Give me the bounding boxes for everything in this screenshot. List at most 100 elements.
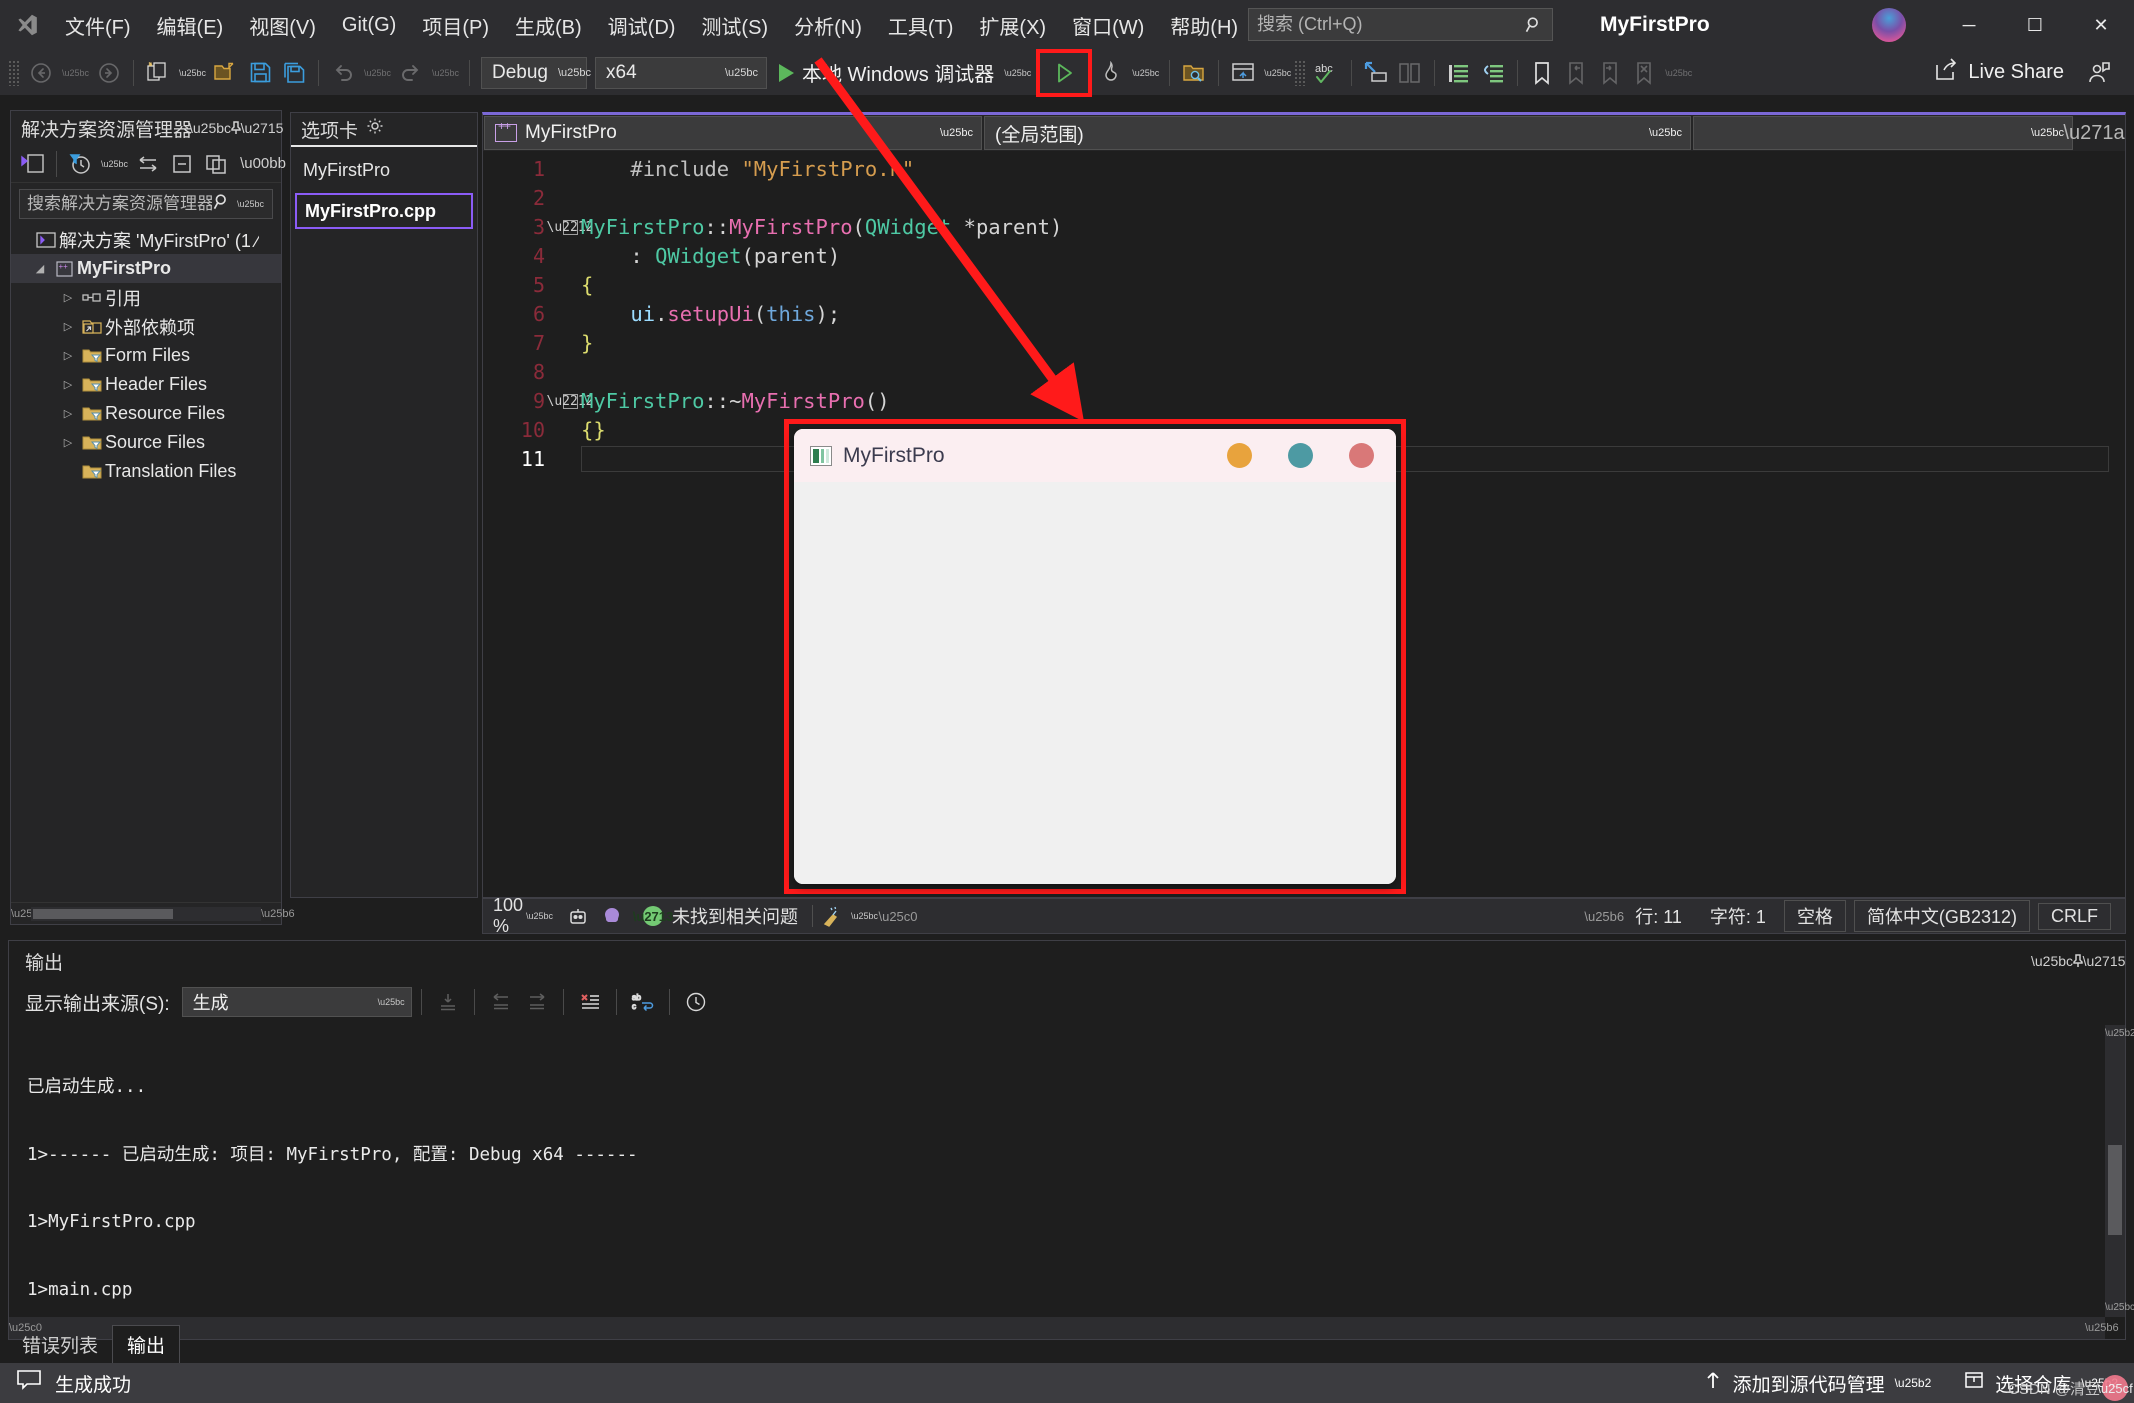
problem-status[interactable]: \u2713 未找到相关问题	[629, 899, 812, 933]
collapse-status-left-icon[interactable]: \u25c0	[878, 909, 917, 924]
tab-output[interactable]: 输出	[112, 1325, 181, 1363]
close-dot-icon[interactable]	[1349, 443, 1374, 468]
copilot-icon[interactable]	[595, 905, 629, 927]
previous-bookmark-icon[interactable]	[1560, 56, 1592, 90]
intellicode-icon[interactable]	[561, 905, 595, 927]
save-all-icon[interactable]	[278, 56, 310, 90]
solution-search-input[interactable]	[27, 194, 212, 214]
toolbar-grip[interactable]	[8, 59, 20, 86]
gear-icon[interactable]	[366, 117, 384, 141]
split-editor-icon[interactable]: \u271a	[2063, 115, 2124, 151]
clear-bookmarks-icon[interactable]	[1628, 56, 1660, 90]
new-window-icon[interactable]	[1227, 56, 1259, 90]
menu-test[interactable]: 测试(S)	[688, 0, 781, 50]
menu-help[interactable]: 帮助(H)	[1157, 0, 1251, 50]
tree-expander[interactable]: ▷	[57, 407, 79, 420]
solution-platform-combo[interactable]: x64 \u25bc	[595, 56, 767, 89]
tab-list-item-myfirstpro[interactable]: MyFirstPro	[295, 153, 473, 187]
scroll-right-icon[interactable]: \u25b6	[2085, 1322, 2119, 1334]
toggle-word-wrap-icon[interactable]: ab c	[626, 986, 660, 1018]
search-input[interactable]	[1257, 14, 1524, 35]
uncomment-selection-icon[interactable]	[1394, 56, 1426, 90]
scroll-thumb[interactable]	[33, 908, 173, 919]
tree-item-translation-files[interactable]: Translation Files	[11, 457, 281, 486]
decrease-indent-icon[interactable]	[1477, 56, 1509, 90]
zoom-level-combo[interactable]: 100 % \u25bc	[483, 895, 561, 936]
properties-icon[interactable]	[200, 149, 232, 179]
scroll-up-icon[interactable]: \u25b2	[2105, 1025, 2134, 1043]
hot-reload-icon[interactable]	[1095, 56, 1127, 90]
previous-message-icon[interactable]	[484, 986, 518, 1018]
maximize-button[interactable]: ☐	[2002, 0, 2068, 50]
menu-git[interactable]: Git(G)	[329, 0, 409, 50]
scroll-right-icon[interactable]: \u25b6	[261, 908, 295, 920]
output-text[interactable]: 已启动生成... 1>------ 已启动生成: 项目: MyFirstPro,…	[9, 1025, 2125, 1317]
home-solution-icon[interactable]	[17, 149, 49, 179]
tree-item-solution[interactable]: 解决方案 'MyFirstPro' (1 ⁄	[11, 225, 281, 254]
line-ending-status[interactable]: CRLF	[2037, 902, 2111, 930]
increase-indent-icon[interactable]	[1443, 56, 1475, 90]
tree-expander[interactable]: ◢	[29, 262, 51, 275]
open-file-icon[interactable]	[210, 56, 242, 90]
minimize-dot-icon[interactable]	[1227, 443, 1252, 468]
new-project-dropdown-icon[interactable]: \u25bc	[176, 56, 208, 90]
collapse-all-icon[interactable]	[166, 149, 198, 179]
menu-debug[interactable]: 调试(D)	[595, 0, 689, 50]
tree-item-resource-files[interactable]: ▷ Resource Files	[11, 399, 281, 428]
redo-icon[interactable]	[395, 56, 427, 90]
minimize-button[interactable]: ─	[1936, 0, 2002, 50]
scroll-down-icon[interactable]: \u25bc	[2105, 1299, 2134, 1317]
next-bookmark-icon[interactable]	[1594, 56, 1626, 90]
maximize-dot-icon[interactable]	[1288, 443, 1313, 468]
output-source-combo[interactable]: 生成 \u25bc	[181, 987, 412, 1017]
chevron-down-icon[interactable]: \u25bc	[189, 115, 231, 141]
global-search-box[interactable]	[1248, 8, 1553, 41]
menu-tools[interactable]: 工具(T)	[875, 0, 967, 50]
close-icon[interactable]: \u2715	[2083, 948, 2126, 974]
expand-status-right-icon[interactable]: \u25b6	[1584, 909, 1624, 924]
menu-edit[interactable]: 编辑(E)	[144, 0, 237, 50]
scroll-track[interactable]	[31, 906, 261, 921]
tree-item-form-files[interactable]: ▷ Form Files	[11, 341, 281, 370]
scroll-left-icon[interactable]: \u25c0	[11, 908, 44, 920]
solution-explorer-search-box[interactable]: \u25bc	[19, 189, 273, 219]
clear-all-icon[interactable]	[573, 986, 607, 1018]
tree-item-header-files[interactable]: ▷ Header Files	[11, 370, 281, 399]
close-button[interactable]: ✕	[2068, 0, 2134, 50]
tree-expander[interactable]: ▷	[57, 291, 79, 304]
editor-scope-combo[interactable]: (全局范围) \u25bc	[984, 116, 1691, 150]
user-account-avatar[interactable]	[1872, 8, 1906, 42]
next-message-icon[interactable]	[520, 986, 554, 1018]
menu-build[interactable]: 生成(B)	[502, 0, 595, 50]
menu-analyze[interactable]: 分析(N)	[781, 0, 875, 50]
new-window-dropdown-icon[interactable]: \u25bc	[1261, 56, 1293, 90]
tree-expander[interactable]: ▷	[57, 436, 79, 449]
qt-window-titlebar[interactable]: MyFirstPro	[794, 429, 1396, 482]
editor-member-combo[interactable]: \u25bc	[1693, 116, 2073, 150]
toolbar-overflow-icon[interactable]: \u00bb	[240, 149, 286, 179]
indentation-status[interactable]: 空格	[1783, 900, 1846, 932]
menu-window[interactable]: 窗口(W)	[1059, 0, 1157, 50]
start-debugging-button[interactable]: 本地 Windows 调试器	[771, 56, 1000, 90]
menu-view[interactable]: 视图(V)	[236, 0, 329, 50]
tree-item-project[interactable]: ◢ ++ MyFirstPro	[11, 254, 281, 283]
undo-dropdown-icon[interactable]: \u25bc	[361, 56, 393, 90]
new-project-icon[interactable]	[142, 56, 174, 90]
close-icon[interactable]: \u2715	[241, 115, 284, 141]
encoding-status[interactable]: 简体中文(GB2312)	[1853, 900, 2030, 932]
redo-dropdown-icon[interactable]: \u25bc	[429, 56, 461, 90]
scroll-thumb[interactable]	[2108, 1145, 2122, 1235]
tree-item-external-dependencies[interactable]: ▷ 外部依赖项	[11, 312, 281, 341]
navigate-back-icon[interactable]	[25, 56, 57, 90]
code-cleanup-icon[interactable]	[813, 905, 847, 927]
navigate-back-dropdown-icon[interactable]: \u25bc	[59, 56, 91, 90]
tree-item-source-files[interactable]: ▷ Source Files	[11, 428, 281, 457]
menu-extensions[interactable]: 扩展(X)	[966, 0, 1059, 50]
tree-expander[interactable]: ▷	[57, 349, 79, 362]
comment-selection-icon[interactable]	[1360, 56, 1392, 90]
filter-dropdown-icon[interactable]: \u25bc	[98, 149, 130, 179]
tree-item-references[interactable]: ▷ 引用	[11, 283, 281, 312]
start-debugging-dropdown-icon[interactable]: \u25bc	[1001, 56, 1033, 90]
menu-project[interactable]: 项目(P)	[409, 0, 502, 50]
bookmark-overflow-icon[interactable]: \u25bc	[1662, 56, 1694, 90]
